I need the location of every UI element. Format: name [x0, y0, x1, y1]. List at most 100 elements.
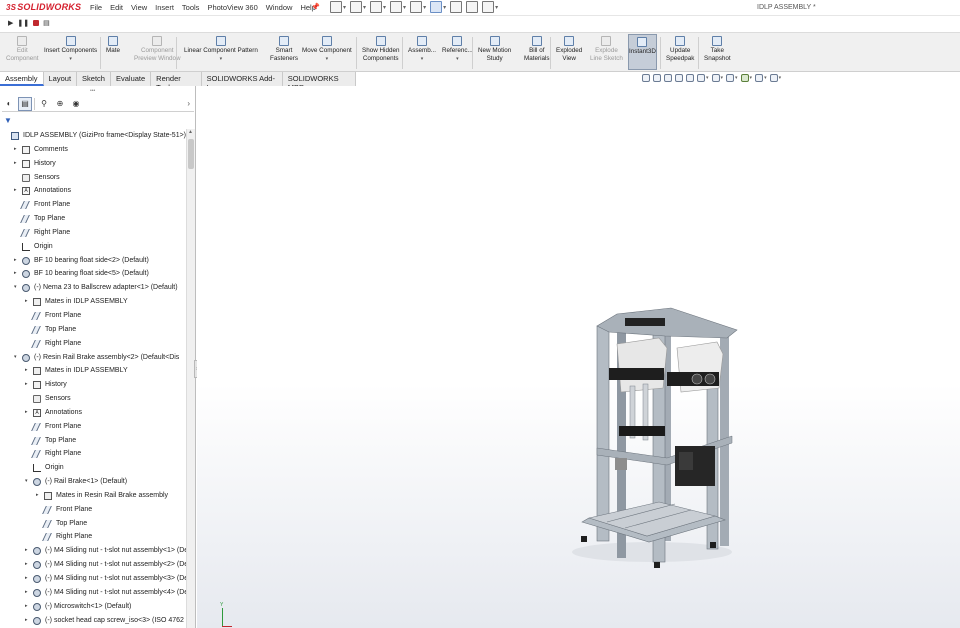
tree-node[interactable]: Front Plane [0, 198, 186, 212]
feature-manager-tab-icon[interactable]: ◐ [2, 97, 16, 111]
tree-node[interactable]: ▸Mates in Resin Rail Brake assembly [0, 489, 186, 503]
display-manager-tab-icon[interactable]: ◉ [69, 97, 83, 111]
chevron-down-icon[interactable]: ▾ [383, 4, 386, 11]
exploded-view-button[interactable]: ExplodedView [556, 36, 582, 63]
chevron-down-icon[interactable]: ▾ [44, 55, 97, 63]
tree-node[interactable]: ▸BF 10 bearing float side<2> (Default) [0, 254, 186, 268]
zoom-to-area-icon[interactable] [653, 74, 661, 82]
solidworks-logo[interactable]: 3SSOLIDWORKS [6, 2, 81, 12]
chevron-down-icon[interactable]: ▾ [721, 75, 724, 81]
scroll-up-arrow-icon[interactable]: ▲ [188, 129, 193, 135]
expand-arrow-icon[interactable]: ▸ [25, 378, 31, 392]
tree-node[interactable]: ▸AAnnotations [0, 184, 186, 198]
display-style-icon[interactable] [712, 74, 720, 82]
menu-edit[interactable]: Edit [110, 3, 123, 12]
rebuild-icon[interactable] [450, 1, 462, 13]
dynamic-annotation-icon[interactable] [686, 74, 694, 82]
tree-node[interactable]: ▾(-) Resin Rail Brake assembly<2> (Defau… [0, 351, 186, 365]
new-motion-study-button[interactable]: New MotionStudy [478, 36, 511, 63]
scroll-thumb[interactable] [188, 139, 194, 169]
expand-arrow-icon[interactable]: ▸ [14, 184, 20, 198]
collapse-arrow-icon[interactable]: ▾ [14, 281, 20, 295]
chevron-down-icon[interactable]: ▾ [735, 75, 738, 81]
undo-icon[interactable] [410, 1, 422, 13]
chevron-down-icon[interactable]: ▾ [343, 4, 346, 11]
previous-view-icon[interactable] [664, 74, 672, 82]
chevron-down-icon[interactable]: ▾ [442, 55, 473, 63]
expand-arrow-icon[interactable]: ▸ [25, 295, 31, 309]
instant3d-button[interactable]: Instant3D [628, 34, 657, 70]
apply-scene-icon[interactable] [755, 74, 763, 82]
edit-macro-icon[interactable]: ▤ [43, 19, 50, 27]
tree-node[interactable]: Front Plane [0, 420, 186, 434]
tree-node[interactable]: Origin [0, 461, 186, 475]
tree-node[interactable]: ▸AAnnotations [0, 406, 186, 420]
collapse-arrow-icon[interactable]: ▾ [25, 475, 31, 489]
configuration-manager-tab-icon[interactable]: ⚲ [37, 97, 51, 111]
tree-node[interactable]: Top Plane [0, 517, 186, 531]
expand-arrow-icon[interactable]: ▸ [25, 586, 31, 600]
filter-icon[interactable]: ▼ [4, 116, 12, 125]
expand-arrow-icon[interactable]: ▸ [14, 143, 20, 157]
open-folder-icon[interactable] [350, 1, 362, 13]
tree-node[interactable]: ▸(-) M4 Sliding nut - t-slot nut assembl… [0, 558, 186, 572]
panel-splitter-icon[interactable]: ••• [90, 88, 95, 94]
menu-file[interactable]: File [90, 3, 102, 12]
chevron-down-icon[interactable]: ▾ [408, 55, 436, 63]
options-gear-icon[interactable] [482, 1, 494, 13]
tree-node[interactable]: ▸(-) M4 Sliding nut - t-slot nut assembl… [0, 586, 186, 600]
new-document-icon[interactable] [330, 1, 342, 13]
assembly-model[interactable] [197, 86, 960, 628]
print-icon[interactable] [390, 1, 402, 13]
chevron-down-icon[interactable]: ▾ [403, 4, 406, 11]
chevron-down-icon[interactable]: ▾ [363, 4, 366, 11]
take-snapshot-button[interactable]: TakeSnapshot [704, 36, 731, 63]
pause-icon[interactable]: ❚❚ [17, 19, 29, 27]
menu-photoview-360[interactable]: PhotoView 360 [207, 3, 257, 12]
expand-arrow-icon[interactable]: ▸ [25, 558, 31, 572]
tab-assembly[interactable]: Assembly [0, 72, 44, 86]
save-icon[interactable] [370, 1, 382, 13]
tree-node[interactable]: ▸History [0, 378, 186, 392]
play-icon[interactable]: ▶ [8, 19, 13, 27]
record-icon[interactable] [33, 20, 39, 26]
chevron-down-icon[interactable]: ▾ [423, 4, 426, 11]
view-settings-icon[interactable] [770, 74, 778, 82]
chevron-right-icon[interactable]: › [187, 99, 194, 108]
tree-node[interactable]: Sensors [0, 171, 186, 185]
tree-node[interactable]: Right Plane [0, 226, 186, 240]
chevron-down-icon[interactable]: ▾ [184, 55, 258, 63]
tree-node[interactable]: Sensors [0, 392, 186, 406]
tree-node[interactable]: Right Plane [0, 337, 186, 351]
insert-components-button[interactable]: Insert Components▾ [44, 36, 97, 63]
hide-show-items-icon[interactable] [726, 74, 734, 82]
menu-insert[interactable]: Insert [155, 3, 174, 12]
tree-node[interactable]: Right Plane [0, 530, 186, 544]
tree-node[interactable]: Front Plane [0, 309, 186, 323]
smart-fasteners-button[interactable]: SmartFasteners [270, 36, 298, 63]
chevron-down-icon[interactable]: ▾ [750, 75, 753, 81]
tree-node[interactable]: Right Plane [0, 447, 186, 461]
chevron-down-icon[interactable]: ▾ [764, 75, 767, 81]
tree-node[interactable]: Top Plane [0, 212, 186, 226]
expand-arrow-icon[interactable]: ▸ [14, 254, 20, 268]
assemb-button[interactable]: Assemb...▾ [408, 36, 436, 63]
tree-node[interactable]: Front Plane [0, 503, 186, 517]
chevron-down-icon[interactable]: ▾ [443, 4, 446, 11]
tree-node[interactable]: Origin [0, 240, 186, 254]
section-view-icon[interactable] [675, 74, 683, 82]
tree-node[interactable]: ▸(-) M4 Sliding nut - t-slot nut assembl… [0, 572, 186, 586]
tab-sketch[interactable]: Sketch [77, 72, 111, 86]
bill-of-materials-button[interactable]: Bill ofMaterials [524, 36, 550, 63]
linear-component-pattern-button[interactable]: Linear Component Pattern▾ [184, 36, 258, 63]
chevron-down-icon[interactable]: ▾ [706, 75, 709, 81]
tree-node[interactable]: ▸Comments [0, 143, 186, 157]
menu-window[interactable]: Window [266, 3, 293, 12]
select-arrow-icon[interactable] [430, 1, 442, 13]
edit-component-button[interactable]: EditComponent [6, 36, 39, 63]
expand-arrow-icon[interactable]: ▸ [25, 544, 31, 558]
edit-appearance-icon[interactable] [741, 74, 749, 82]
expand-arrow-icon[interactable]: ▸ [25, 572, 31, 586]
menu-tools[interactable]: Tools [182, 3, 200, 12]
chevron-down-icon[interactable]: ▾ [495, 4, 498, 11]
